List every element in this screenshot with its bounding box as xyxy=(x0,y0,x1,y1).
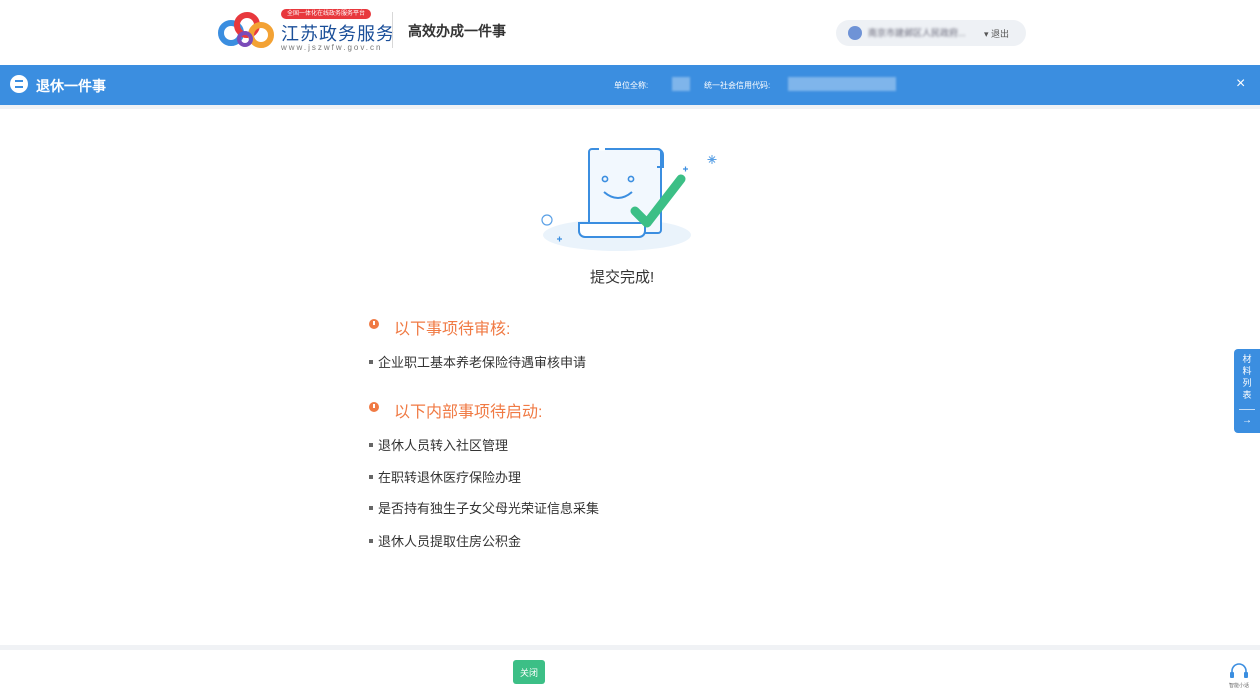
user-name: 南京市建邺区人民政府... xyxy=(868,28,966,38)
logo-icon xyxy=(218,12,274,48)
warning-icon xyxy=(369,402,379,412)
header-divider xyxy=(392,12,393,48)
divider xyxy=(1239,409,1255,410)
logo-url: www.jszwfw.gov.cn xyxy=(281,43,383,52)
site-logo[interactable]: 全国一体化在线政务服务平台 江苏政务服务 www.jszwfw.gov.cn xyxy=(217,9,394,53)
unit-name-label: 单位全称: xyxy=(614,81,649,90)
task-title-bar: 退休一件事 单位全称: 统一社会信用代码: × xyxy=(0,65,1260,105)
logout-button[interactable]: ▾ 退出 xyxy=(984,27,1009,40)
pending-start-title: 以下内部事项待启动: xyxy=(394,404,543,421)
list-item: 企业职工基本养老保险待遇审核申请 xyxy=(369,352,586,371)
divider xyxy=(0,105,1260,109)
list-icon xyxy=(10,75,28,93)
task-title: 退休一件事 xyxy=(36,78,106,94)
unit-name-value-redacted xyxy=(672,77,690,91)
submit-success-message: 提交完成! xyxy=(590,269,655,286)
warning-icon xyxy=(369,319,379,329)
smart-assistant-label: 智能小话 xyxy=(1228,683,1249,689)
document-check-icon xyxy=(541,147,717,251)
close-button[interactable]: 关闭 xyxy=(513,660,545,684)
list-item: 是否持有独生子女父母光荣证信息采集 xyxy=(369,498,599,517)
page-subtitle: 高效办成一件事 xyxy=(408,23,506,39)
arrow-right-icon: → xyxy=(1242,415,1252,426)
credit-code-label: 统一社会信用代码: xyxy=(704,81,771,90)
logo-badge: 全国一体化在线政务服务平台 xyxy=(281,9,372,19)
smart-assistant-button[interactable]: 智能小话 xyxy=(1226,660,1252,690)
pending-review-title: 以下事项待审核: xyxy=(394,321,511,338)
close-icon[interactable]: × xyxy=(1236,75,1245,93)
list-item: 退休人员提取住房公积金 xyxy=(369,531,521,550)
list-item: 退休人员转入社区管理 xyxy=(369,435,508,454)
credit-code-value-redacted xyxy=(788,77,896,91)
footer-bar: 关闭 智能小话 xyxy=(0,650,1260,700)
list-item: 在职转退休医疗保险办理 xyxy=(369,467,521,486)
headset-icon xyxy=(1230,663,1248,678)
top-header: 全国一体化在线政务服务平台 江苏政务服务 www.jszwfw.gov.cn 高… xyxy=(0,0,1260,64)
user-icon xyxy=(848,26,862,40)
user-menu[interactable]: 南京市建邺区人民政府... ▾ 退出 xyxy=(836,20,1026,46)
materials-list-label: 材料列表 xyxy=(1242,354,1252,400)
materials-list-tab[interactable]: 材料列表 → xyxy=(1234,349,1260,433)
